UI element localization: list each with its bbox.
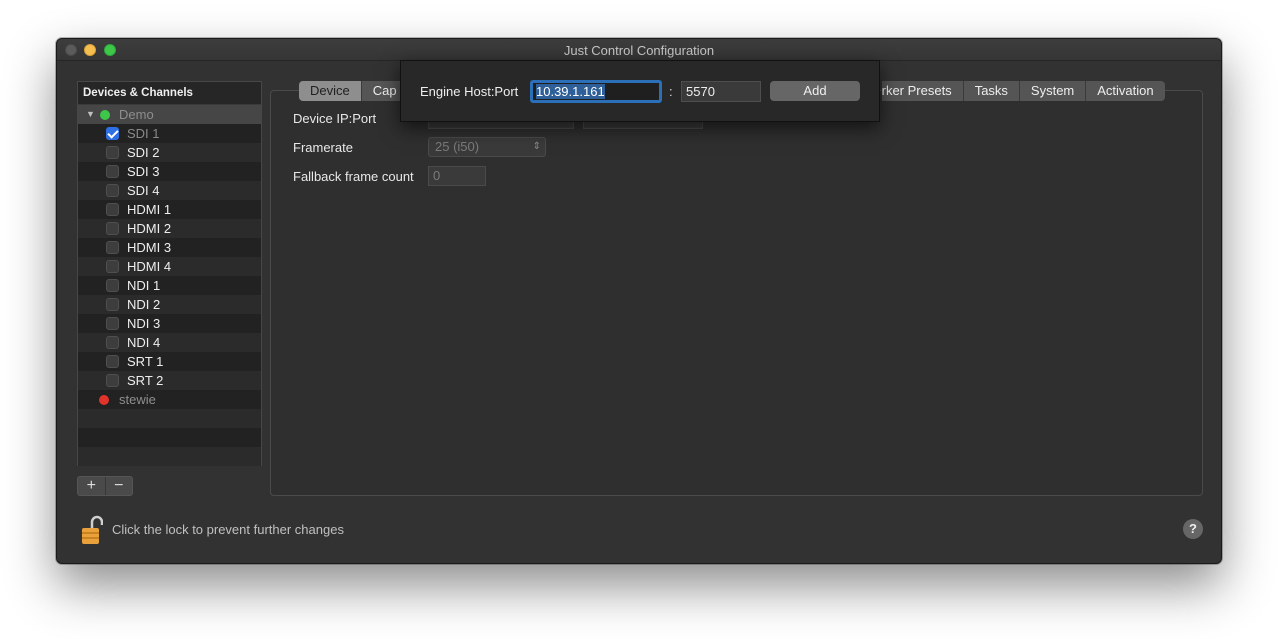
channel-label: SDI 4 xyxy=(127,183,160,198)
tab-marker-presets[interactable]: rker Presets xyxy=(881,81,964,101)
sidebar-item-ndi-4[interactable]: NDI 4 xyxy=(78,333,261,352)
channel-label: SDI 1 xyxy=(127,126,160,141)
channel-label: NDI 3 xyxy=(127,316,161,331)
channel-checkbox[interactable] xyxy=(106,165,119,178)
tab-device[interactable]: Device xyxy=(299,81,362,101)
channel-label: SRT 1 xyxy=(127,354,164,369)
sidebar-item-srt-1[interactable]: SRT 1 xyxy=(78,352,261,371)
channel-label: NDI 1 xyxy=(127,278,161,293)
channel-checkbox[interactable] xyxy=(106,203,119,216)
channel-label: SDI 2 xyxy=(127,145,160,160)
config-window: Just Control Configuration Devices & Cha… xyxy=(56,38,1222,564)
add-device-button[interactable]: + xyxy=(78,477,105,495)
engine-host-sheet: Engine Host:Port 10.39.1.161 : 5570 Add xyxy=(400,60,880,122)
devices-sidebar: Devices & Channels ▼ Demo SDI 1 SDI 2 SD… xyxy=(77,81,262,466)
help-button[interactable]: ? xyxy=(1183,519,1203,539)
remove-device-button[interactable]: − xyxy=(104,477,133,495)
sidebar-list: ▼ Demo SDI 1 SDI 2 SDI 3 SDI 4 HDMI 1 HD… xyxy=(78,105,261,466)
sidebar-header: Devices & Channels xyxy=(78,82,261,105)
engine-host-label: Engine Host:Port xyxy=(420,84,519,99)
channel-checkbox[interactable] xyxy=(106,127,119,140)
channel-label: HDMI 1 xyxy=(127,202,172,217)
sidebar-item-hdmi-1[interactable]: HDMI 1 xyxy=(78,200,261,219)
device-label: Demo xyxy=(119,107,154,122)
select-arrows-icon: ⇕ xyxy=(532,141,541,152)
window-title: Just Control Configuration xyxy=(563,43,715,58)
channel-label: SDI 3 xyxy=(127,164,160,179)
channel-checkbox[interactable] xyxy=(106,241,119,254)
settings-panel xyxy=(270,90,1203,496)
channel-checkbox[interactable] xyxy=(106,355,119,368)
device-ip-label: Device IP:Port xyxy=(293,111,377,126)
sidebar-item-hdmi-4[interactable]: HDMI 4 xyxy=(78,257,261,276)
sidebar-item-sdi-4[interactable]: SDI 4 xyxy=(78,181,261,200)
channel-label: HDMI 3 xyxy=(127,240,172,255)
channel-checkbox[interactable] xyxy=(106,336,119,349)
sidebar-item-demo[interactable]: ▼ Demo xyxy=(78,105,261,124)
host-port-separator: : xyxy=(669,84,673,99)
disclosure-triangle-icon[interactable]: ▼ xyxy=(86,105,95,124)
channel-checkbox[interactable] xyxy=(106,279,119,292)
sidebar-item-ndi-2[interactable]: NDI 2 xyxy=(78,295,261,314)
lock-status-text: Click the lock to prevent further change… xyxy=(112,522,344,537)
channel-label: HDMI 2 xyxy=(127,221,172,236)
channel-label: SRT 2 xyxy=(127,373,164,388)
sidebar-item-stewie[interactable]: stewie xyxy=(78,390,261,409)
channel-checkbox[interactable] xyxy=(106,184,119,197)
sidebar-item-hdmi-2[interactable]: HDMI 2 xyxy=(78,219,261,238)
channel-checkbox[interactable] xyxy=(106,298,119,311)
engine-port-input[interactable]: 5570 xyxy=(681,81,761,102)
channel-checkbox[interactable] xyxy=(106,317,119,330)
title-bar[interactable]: Just Control Configuration xyxy=(57,39,1221,61)
tab-activation[interactable]: Activation xyxy=(1086,81,1165,101)
channel-checkbox[interactable] xyxy=(106,222,119,235)
lock-open-icon[interactable] xyxy=(81,515,103,545)
channel-checkbox[interactable] xyxy=(106,374,119,387)
tab-tasks[interactable]: Tasks xyxy=(963,81,1020,101)
empty-row xyxy=(78,409,261,428)
framerate-label: Framerate xyxy=(293,140,353,155)
sidebar-item-ndi-3[interactable]: NDI 3 xyxy=(78,314,261,333)
framerate-value: 25 (i50) xyxy=(435,139,480,154)
channel-label: NDI 2 xyxy=(127,297,161,312)
engine-host-input[interactable]: 10.39.1.161 xyxy=(530,80,662,103)
empty-row xyxy=(78,428,261,447)
device-label: stewie xyxy=(119,392,156,407)
sidebar-item-sdi-3[interactable]: SDI 3 xyxy=(78,162,261,181)
empty-row xyxy=(78,447,261,466)
engine-host-value: 10.39.1.161 xyxy=(536,84,605,99)
fallback-frame-count-input[interactable]: 0 xyxy=(428,166,486,186)
sidebar-item-hdmi-3[interactable]: HDMI 3 xyxy=(78,238,261,257)
channel-checkbox[interactable] xyxy=(106,260,119,273)
add-engine-button[interactable]: Add xyxy=(770,81,860,101)
channel-label: NDI 4 xyxy=(127,335,161,350)
status-offline-icon xyxy=(99,395,109,405)
channel-checkbox[interactable] xyxy=(106,146,119,159)
add-remove-control: + − xyxy=(77,476,133,496)
fallback-frame-count-label: Fallback frame count xyxy=(293,169,414,184)
sidebar-item-srt-2[interactable]: SRT 2 xyxy=(78,371,261,390)
sidebar-item-sdi-2[interactable]: SDI 2 xyxy=(78,143,261,162)
status-online-icon xyxy=(100,110,110,120)
tab-system[interactable]: System xyxy=(1019,81,1087,101)
sidebar-item-ndi-1[interactable]: NDI 1 xyxy=(78,276,261,295)
tab-capture[interactable]: Cap xyxy=(361,81,404,101)
channel-label: HDMI 4 xyxy=(127,259,172,274)
sidebar-item-sdi-1[interactable]: SDI 1 xyxy=(78,124,261,143)
framerate-select[interactable]: 25 (i50) ⇕ xyxy=(428,137,546,157)
